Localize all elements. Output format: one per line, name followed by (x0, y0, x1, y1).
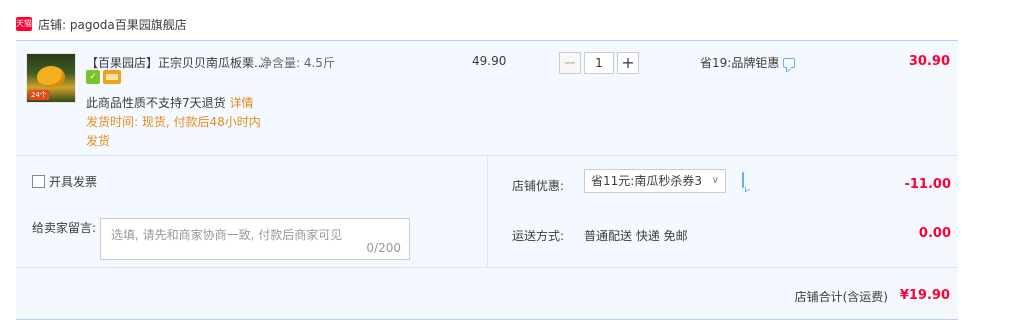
chat-icon[interactable] (783, 57, 796, 68)
guarantee-icon[interactable]: ✓ (86, 70, 100, 84)
tmall-icon: 天猫 (16, 17, 32, 31)
message-placeholder: 选填, 请先和商家协商一致, 付款后商家可见 (111, 228, 343, 242)
item-row: 24个 【百果园店】正宗贝贝南瓜板栗... 净含量: 4.5斤 ✓ 此商品性质不… (16, 41, 958, 156)
invoice-option[interactable]: 开具发票 (32, 173, 97, 190)
invoice-checkbox[interactable] (32, 175, 45, 188)
card-icon[interactable] (103, 70, 121, 84)
chevron-down-icon: ∨ (711, 175, 719, 186)
product-sku: 净含量: 4.5斤 (260, 56, 335, 70)
increase-button[interactable]: + (617, 52, 639, 74)
product-thumbnail[interactable]: 24个 (26, 53, 76, 103)
coupon-amount: -11.00 (904, 177, 951, 192)
shop-summary: 店铺优惠: 省11元:南瓜秒杀券3 ∨ -11.00 运送方式: 普通配送 快递… (487, 155, 959, 267)
discount-text: 省19:品牌钜惠 (700, 56, 780, 70)
coupon-label: 店铺优惠: (512, 179, 565, 193)
pumpkin-image (37, 66, 65, 88)
quantity-stepper: − 1 + (559, 52, 639, 74)
thumb-price-tag: 24个 (29, 90, 49, 100)
shipping-amount: 0.00 (918, 226, 951, 241)
item-subtotal: 30.90 (908, 54, 950, 69)
total-label: 店铺合计(含运费) (794, 290, 888, 304)
message-textarea[interactable]: 选填, 请先和商家协商一致, 付款后商家可见 0/200 (100, 218, 410, 260)
order-panel: 24个 【百果园店】正宗贝贝南瓜板栗... 净含量: 4.5斤 ✓ 此商品性质不… (16, 40, 958, 320)
shop-name[interactable]: 店铺: pagoda百果园旗舰店 (38, 16, 187, 33)
message-char-count: 0/200 (366, 241, 401, 255)
item-discount: 省19:品牌钜惠 (700, 54, 796, 71)
delivery-time: 发货时间: 现货, 付款后48小时内发货 (86, 115, 261, 148)
message-label: 给卖家留言: (32, 221, 97, 235)
service-icons: ✓ (86, 70, 121, 84)
shop-header: 天猫 店铺: pagoda百果园旗舰店 (16, 14, 187, 34)
product-title[interactable]: 【百果园店】正宗贝贝南瓜板栗... (86, 54, 266, 71)
unit-price: 49.90 (472, 54, 507, 68)
no-return-notice: 此商品性质不支持7天退货 详情 (86, 94, 253, 111)
shipping-label: 运送方式: (512, 229, 565, 243)
buyer-options: 开具发票 给卖家留言: 选填, 请先和商家协商一致, 付款后商家可见 0/200 (16, 155, 486, 267)
total-amount: ¥19.90 (899, 288, 950, 303)
coupon-select[interactable]: 省11元:南瓜秒杀券3 ∨ (584, 169, 726, 193)
invoice-label: 开具发票 (49, 175, 98, 189)
coupon-chat-icon[interactable] (742, 172, 744, 188)
quantity-input[interactable]: 1 (584, 52, 614, 74)
decrease-button[interactable]: − (559, 52, 581, 74)
shipping-method: 普通配送 快递 免邮 (584, 229, 688, 243)
shop-total-row: 店铺合计(含运费) ¥19.90 (16, 267, 958, 320)
coupon-selected: 省11元:南瓜秒杀券3 (591, 174, 702, 188)
detail-link[interactable]: 详情 (229, 96, 253, 110)
no-return-text: 此商品性质不支持7天退货 (86, 96, 226, 110)
